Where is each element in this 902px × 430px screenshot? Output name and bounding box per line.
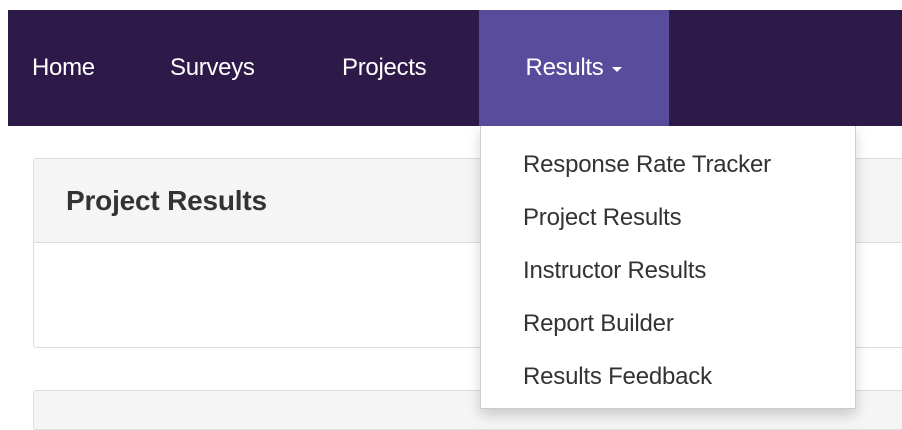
nav-home-label: Home <box>32 54 95 81</box>
caret-down-icon <box>612 67 623 72</box>
nav-projects-link[interactable]: Projects <box>342 10 458 126</box>
menu-item-label: Results Feedback <box>523 362 712 390</box>
menu-item-response-rate-tracker[interactable]: Response Rate Tracker <box>481 138 855 191</box>
nav-surveys-link[interactable]: Surveys <box>170 10 284 126</box>
menu-item-label: Instructor Results <box>523 256 707 284</box>
menu-item-project-results[interactable]: Project Results <box>481 191 855 244</box>
nav-home-link[interactable]: Home <box>32 10 114 126</box>
menu-item-instructor-results[interactable]: Instructor Results <box>481 244 855 297</box>
menu-item-label: Report Builder <box>523 309 674 337</box>
main-navbar: Home Surveys Projects Results <box>8 10 902 126</box>
page-title: Project Results <box>66 184 267 216</box>
nav-results-dropdown-toggle[interactable]: Results <box>479 10 669 126</box>
menu-item-label: Response Rate Tracker <box>523 150 771 178</box>
menu-item-results-feedback[interactable]: Results Feedback <box>481 350 855 403</box>
nav-results-label: Results <box>525 54 604 81</box>
nav-surveys-label: Surveys <box>170 54 255 81</box>
menu-item-label: Project Results <box>523 203 682 231</box>
top-strip <box>0 0 902 10</box>
results-dropdown-menu: Response Rate Tracker Project Results In… <box>480 126 856 409</box>
menu-item-report-builder[interactable]: Report Builder <box>481 297 855 350</box>
nav-projects-label: Projects <box>342 54 427 81</box>
